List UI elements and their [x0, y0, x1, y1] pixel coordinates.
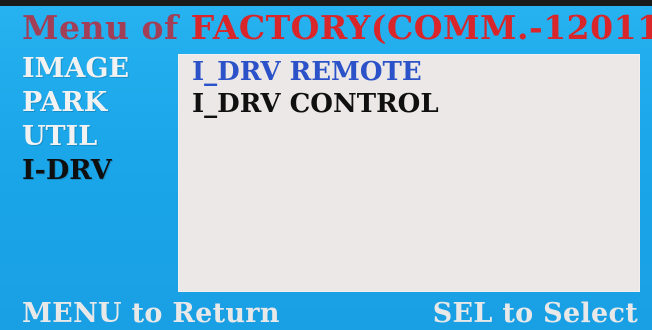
submenu-item-i-drv-control[interactable]: I_DRV CONTROL	[192, 88, 439, 120]
footer-return-hint: MENU to Return	[22, 298, 280, 329]
sidebar-item-util[interactable]: UTIL	[22, 120, 172, 154]
category-sidebar: IMAGE PARK UTIL I-DRV	[22, 52, 172, 188]
submenu-panel: I_DRV REMOTE I_DRV CONTROL	[178, 54, 640, 292]
osd-screen: Menu of FACTORY(COMM.-120113) IMAGE PARK …	[0, 0, 652, 330]
sidebar-item-i-drv[interactable]: I-DRV	[22, 154, 172, 188]
footer-select-hint: SEL to Select	[432, 298, 638, 329]
menu-title: Menu of FACTORY(COMM.-120113)	[22, 8, 652, 48]
menu-title-prefix: Menu of	[22, 8, 179, 47]
screen-bezel	[0, 0, 652, 6]
sidebar-item-image[interactable]: IMAGE	[22, 52, 172, 86]
sidebar-item-park[interactable]: PARK	[22, 86, 172, 120]
menu-title-name: FACTORY(COMM.-120113)	[190, 8, 652, 47]
submenu-item-i-drv-remote[interactable]: I_DRV REMOTE	[192, 56, 422, 88]
